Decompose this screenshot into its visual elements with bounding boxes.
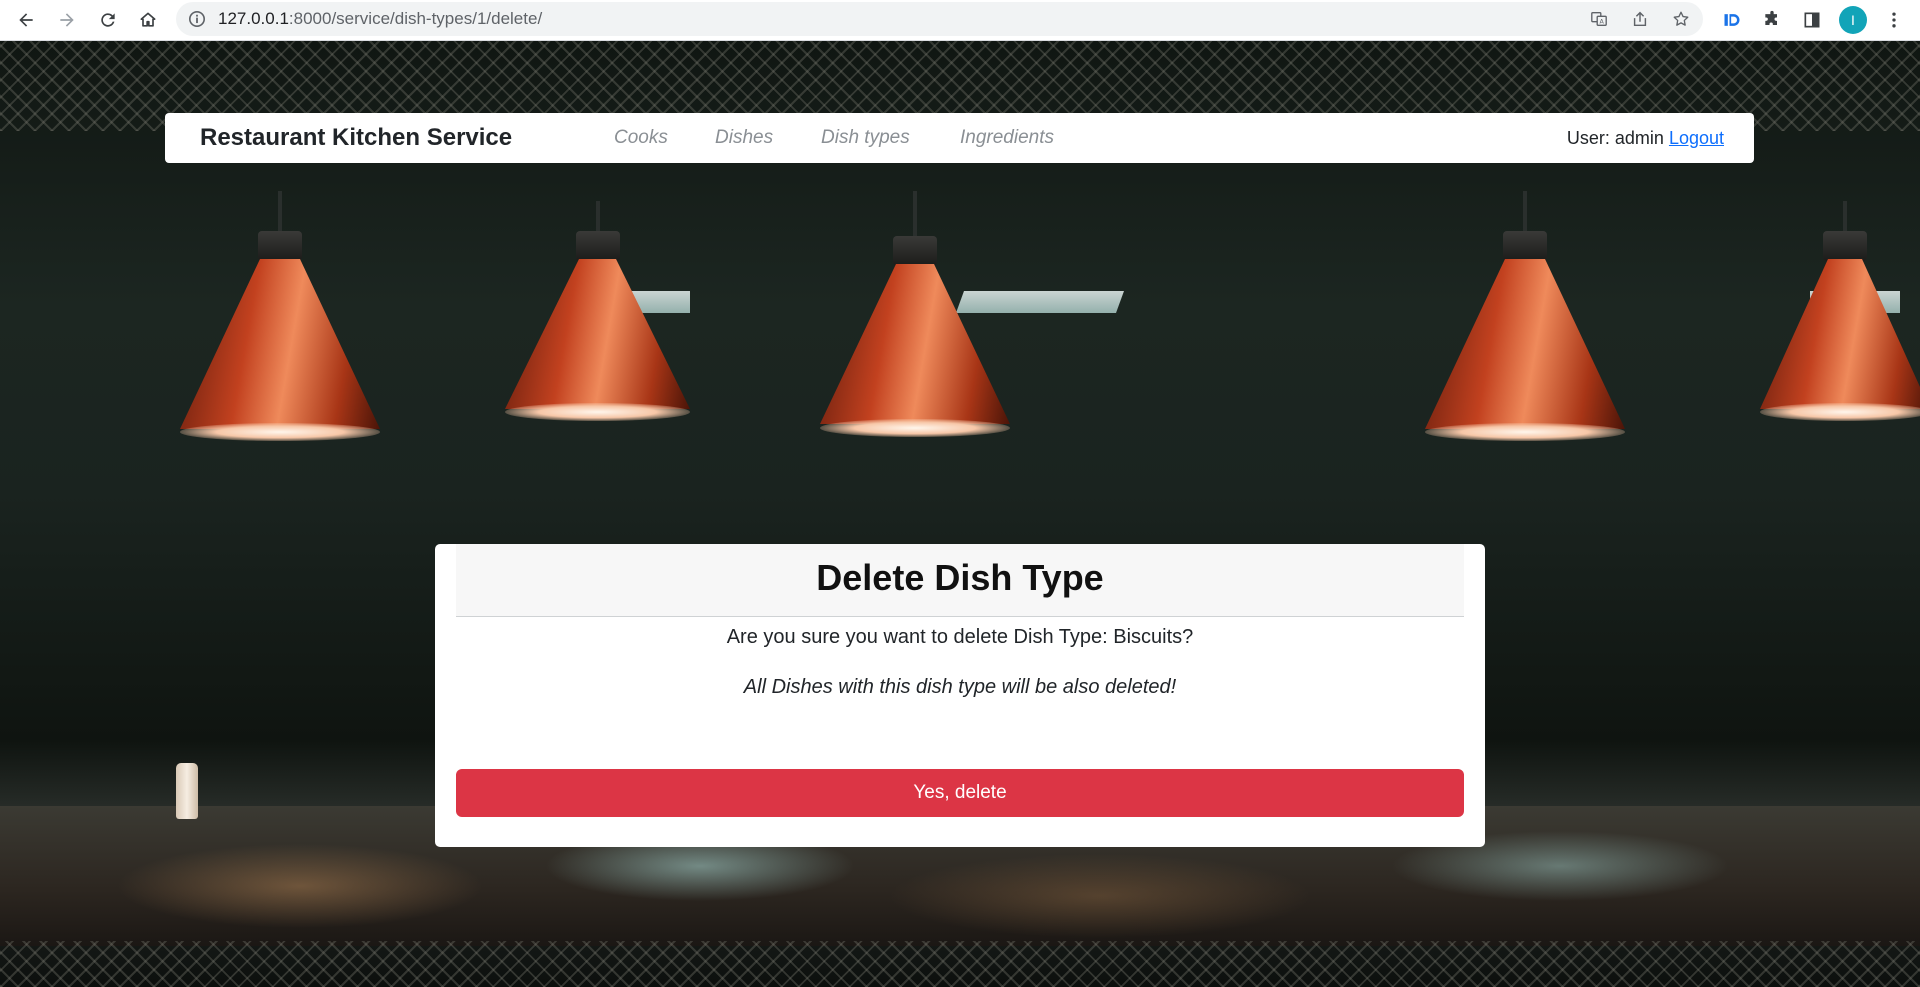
pendant-lamp-image <box>820 191 1010 451</box>
current-user-label: User: admin <box>1566 128 1664 148</box>
pendant-lamp-image <box>1760 201 1920 431</box>
pendant-lamp-image <box>505 201 690 431</box>
bookmark-star-icon[interactable] <box>1671 9 1691 29</box>
url-path: :8000/service/dish-types/1/delete/ <box>288 9 543 28</box>
svg-text:A: A <box>1600 19 1605 26</box>
profile-avatar[interactable]: I <box>1839 6 1867 34</box>
confirm-delete-button[interactable]: Yes, delete <box>456 769 1464 817</box>
nav-link-ingredients[interactable]: Ingredients <box>960 113 1054 163</box>
user-area: User: admin Logout <box>1567 113 1724 163</box>
page-background: Restaurant Kitchen Service Cooks Dishes … <box>0 41 1920 987</box>
floor-lattice <box>0 941 1920 987</box>
home-icon[interactable] <box>134 6 162 34</box>
sauce-bottle-image <box>176 763 198 819</box>
delete-confirmation-card: Delete Dish Type Are you sure you want t… <box>435 544 1485 847</box>
nav-link-dish-types[interactable]: Dish types <box>821 113 910 163</box>
reload-icon[interactable] <box>94 6 122 34</box>
url-host: 127.0.0.1 <box>218 9 289 28</box>
pendant-lamp-image <box>1425 191 1625 451</box>
extensions-puzzle-icon[interactable] <box>1759 7 1785 33</box>
back-arrow-icon[interactable] <box>12 6 40 34</box>
pendant-lamp-image <box>180 191 380 451</box>
nav-link-dishes[interactable]: Dishes <box>715 113 773 163</box>
address-bar[interactable]: 127.0.0.1:8000/service/dish-types/1/dele… <box>176 2 1703 36</box>
confirmation-question: Are you sure you want to delete Dish Typ… <box>726 626 1194 648</box>
side-panel-icon[interactable] <box>1799 7 1825 33</box>
forward-arrow-icon[interactable] <box>53 6 81 34</box>
nav-link-cooks[interactable]: Cooks <box>614 113 668 163</box>
page-title: Delete Dish Type <box>816 557 1104 598</box>
url-text: 127.0.0.1:8000/service/dish-types/1/dele… <box>218 2 542 36</box>
brand-logo-text[interactable]: Restaurant Kitchen Service <box>200 113 512 163</box>
browser-toolbar: 127.0.0.1:8000/service/dish-types/1/dele… <box>0 0 1920 41</box>
card-header: Delete Dish Type <box>456 544 1464 617</box>
cascade-warning: All Dishes with this dish type will be a… <box>743 676 1177 698</box>
extension-id-icon[interactable] <box>1719 7 1745 33</box>
kebab-menu-icon[interactable] <box>1881 7 1907 33</box>
translate-icon[interactable]: A <box>1589 9 1609 29</box>
site-info-icon[interactable] <box>188 10 206 28</box>
share-icon[interactable] <box>1630 9 1650 29</box>
main-navbar: Restaurant Kitchen Service Cooks Dishes … <box>165 113 1754 163</box>
logout-link[interactable]: Logout <box>1669 128 1724 148</box>
